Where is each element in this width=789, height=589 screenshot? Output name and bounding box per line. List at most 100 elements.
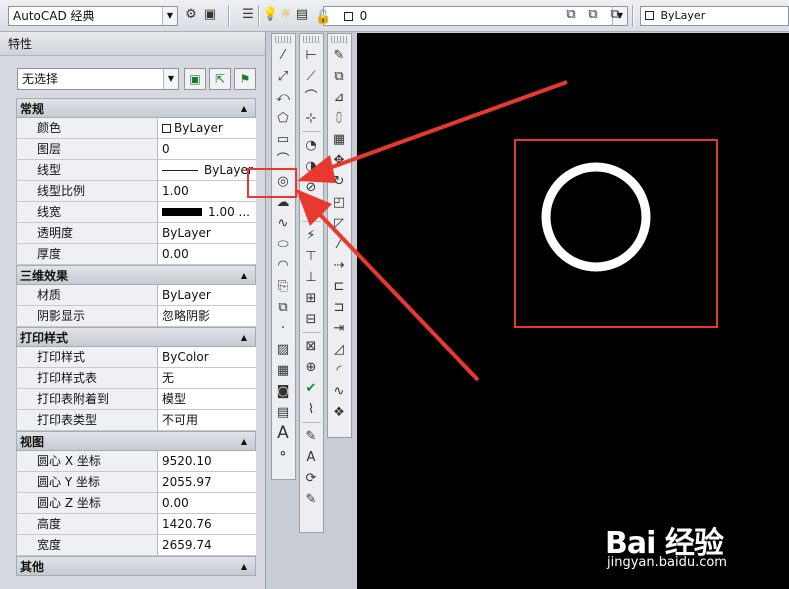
- property-value[interactable]: 0.00: [158, 244, 256, 264]
- mirror-icon[interactable]: ⊿: [328, 87, 350, 108]
- property-row[interactable]: 线型 ByLayer: [16, 160, 256, 181]
- property-value[interactable]: 1.00: [158, 181, 256, 201]
- property-value[interactable]: 1420.76: [158, 514, 256, 534]
- select-objects-button[interactable]: ⇱: [209, 68, 231, 90]
- multiline-text-icon[interactable]: A: [272, 423, 294, 444]
- property-row[interactable]: 线型比例 1.00: [16, 181, 256, 202]
- polyline-icon[interactable]: ⤺: [272, 87, 294, 108]
- spline-icon[interactable]: ∿: [272, 213, 294, 234]
- collapse-icon[interactable]: ▲: [241, 328, 247, 348]
- ellipse-icon[interactable]: ⬭: [272, 234, 294, 255]
- arc-length-icon[interactable]: ⌒: [300, 87, 322, 108]
- property-value[interactable]: ByLayer: [158, 223, 256, 243]
- break-icon[interactable]: ⊐: [328, 297, 350, 318]
- toolbar-grip[interactable]: [331, 36, 348, 43]
- property-value[interactable]: ByLayer: [158, 285, 256, 305]
- quick-dimension-icon[interactable]: ⚡: [300, 225, 322, 246]
- lightbulb-icon[interactable]: 💡: [262, 7, 278, 23]
- gear-icon[interactable]: ⚙: [183, 7, 199, 23]
- ordinate-dimension-icon[interactable]: ⊹: [300, 108, 322, 129]
- angular-dimension-icon[interactable]: ∠: [300, 198, 322, 219]
- quick-select-button[interactable]: ⚑: [234, 68, 256, 90]
- make-block-icon[interactable]: ⧉: [272, 297, 294, 318]
- hatch-icon[interactable]: ▨: [272, 339, 294, 360]
- section-header[interactable]: 打印样式 ▲: [16, 327, 256, 347]
- property-row[interactable]: 圆心 Y 坐标 2055.97: [16, 472, 256, 493]
- point-icon[interactable]: ·: [272, 318, 294, 339]
- copy-icon[interactable]: ⧉: [328, 66, 350, 87]
- toggle-pickadd-button[interactable]: ▣: [184, 68, 206, 90]
- revision-cloud-icon[interactable]: ☁: [272, 192, 294, 213]
- property-row[interactable]: 打印样式 ByColor: [16, 347, 256, 368]
- property-value[interactable]: ByLayer: [158, 118, 256, 138]
- dimension-update-icon[interactable]: ⟳: [300, 468, 322, 489]
- property-value[interactable]: 模型: [158, 389, 256, 409]
- section-header[interactable]: 视图 ▲: [16, 431, 256, 451]
- property-row[interactable]: 高度 1420.76: [16, 514, 256, 535]
- collapse-icon[interactable]: ▲: [241, 266, 247, 286]
- property-value[interactable]: 0.00: [158, 493, 256, 513]
- insert-block-icon[interactable]: ⎘: [272, 276, 294, 297]
- color-control-select[interactable]: ByLayer: [640, 6, 789, 26]
- continue-dimension-icon[interactable]: ⊥: [300, 267, 322, 288]
- property-row[interactable]: 颜色 ByLayer: [16, 118, 256, 139]
- property-row[interactable]: 打印样式表无: [16, 368, 256, 389]
- property-row[interactable]: 线宽 1.00 ...: [16, 202, 256, 223]
- property-row[interactable]: 材质 ByLayer: [16, 285, 256, 306]
- dimension-text-edit-icon[interactable]: A: [300, 447, 322, 468]
- drawing-canvas[interactable]: [357, 33, 789, 589]
- add-selected-icon[interactable]: ⚬: [272, 444, 294, 465]
- property-row[interactable]: 阴影显示 忽略阴影: [16, 306, 256, 327]
- collapse-icon[interactable]: ▲: [241, 557, 247, 577]
- jogged-linear-icon[interactable]: ⌇: [300, 399, 322, 420]
- layer-previous-icon[interactable]: ⧉: [607, 7, 623, 23]
- center-mark-icon[interactable]: ⊕: [300, 357, 322, 378]
- workspace-select[interactable]: AutoCAD 经典 ▼: [8, 6, 178, 26]
- property-row[interactable]: 宽度 2659.74: [16, 535, 256, 556]
- toolbar-grip[interactable]: [303, 36, 320, 43]
- blend-curves-icon[interactable]: ∿: [328, 381, 350, 402]
- table-icon[interactable]: ▤: [272, 402, 294, 423]
- radius-dimension-icon[interactable]: ◔: [300, 135, 322, 156]
- explode-icon[interactable]: ❖: [328, 402, 350, 423]
- section-header[interactable]: 三维效果 ▲: [16, 265, 256, 285]
- gradient-icon[interactable]: ▦: [272, 360, 294, 381]
- aligned-dimension-icon[interactable]: ⟋: [300, 66, 322, 87]
- move-icon[interactable]: ✥: [328, 150, 350, 171]
- dimension-break-icon[interactable]: ⊟: [300, 309, 322, 330]
- property-value[interactable]: 忽略阴影: [158, 306, 256, 326]
- linear-dimension-icon[interactable]: ⊢: [300, 45, 322, 66]
- construction-line-icon[interactable]: ⤢: [272, 66, 294, 87]
- property-value[interactable]: 0: [158, 139, 256, 159]
- property-value[interactable]: 9520.10: [158, 451, 256, 471]
- chamfer-icon[interactable]: ◿: [328, 339, 350, 360]
- layer-properties-icon[interactable]: ☰: [240, 7, 256, 23]
- line-icon[interactable]: ⁄: [272, 45, 294, 66]
- sun-icon[interactable]: ☼: [278, 7, 294, 23]
- selection-select[interactable]: 无选择 ▼: [17, 68, 179, 90]
- dimension-style-icon[interactable]: ✎: [300, 489, 322, 510]
- layer-freeze-icon[interactable]: ▤: [294, 7, 310, 23]
- property-value[interactable]: 2055.97: [158, 472, 256, 492]
- property-row[interactable]: 圆心 X 坐标 9520.10: [16, 451, 256, 472]
- property-value[interactable]: ByLayer: [158, 160, 256, 180]
- property-value[interactable]: ByColor: [158, 347, 256, 367]
- ellipse-arc-icon[interactable]: ◠: [272, 255, 294, 276]
- rectangle-icon[interactable]: ▭: [272, 129, 294, 150]
- arc-icon[interactable]: ⌒: [272, 150, 294, 171]
- layer-match-icon[interactable]: ⧉: [585, 7, 601, 23]
- polygon-icon[interactable]: ⬠: [272, 108, 294, 129]
- break-at-point-icon[interactable]: ⊏: [328, 276, 350, 297]
- circle-icon[interactable]: ◎: [272, 171, 294, 192]
- extend-icon[interactable]: ⇢: [328, 255, 350, 276]
- collapse-icon[interactable]: ▲: [241, 432, 247, 452]
- join-icon[interactable]: ⇥: [328, 318, 350, 339]
- rotate-icon[interactable]: ↻: [328, 171, 350, 192]
- property-value[interactable]: 2659.74: [158, 535, 256, 555]
- property-value[interactable]: 1.00 ...: [158, 202, 256, 222]
- region-icon[interactable]: ◙: [272, 381, 294, 402]
- property-row[interactable]: 透明度 ByLayer: [16, 223, 256, 244]
- toolbar-grip[interactable]: [275, 36, 292, 43]
- stretch-icon[interactable]: ◸: [328, 213, 350, 234]
- property-value[interactable]: 不可用: [158, 410, 256, 430]
